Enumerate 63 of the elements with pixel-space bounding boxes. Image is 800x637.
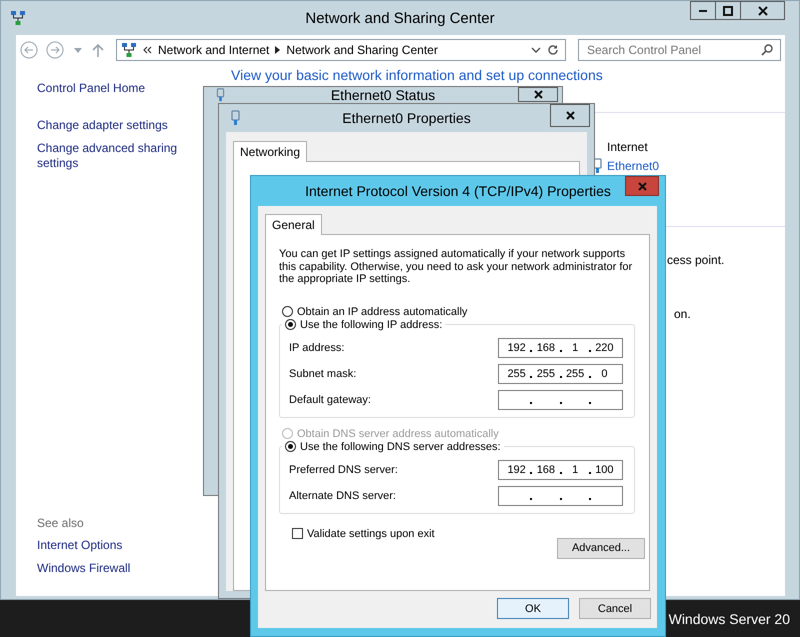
taskbar-text: Windows Server 20: [668, 610, 790, 626]
close-icon: [534, 90, 542, 99]
ip-address-field[interactable]: [498, 486, 623, 506]
chevron-right-icon: [275, 46, 280, 54]
minimize-icon: [699, 10, 707, 12]
address-bar[interactable]: Network and Internet Network and Sharing Center: [116, 39, 566, 61]
see-also-label: See also: [37, 516, 84, 530]
tab[interactable]: Networking: [233, 141, 308, 162]
double-chevron-icon: [143, 46, 152, 54]
window-title: Network and Sharing Center: [305, 10, 495, 27]
close-button[interactable]: [518, 87, 558, 102]
dialog-button[interactable]: OK: [497, 598, 569, 619]
field-label: IP address:: [289, 342, 344, 354]
text-fragment: cess point.: [667, 253, 724, 267]
dropdown-caret-icon: [531, 47, 541, 53]
maximize-button[interactable]: [715, 1, 741, 20]
ip-address-field[interactable]: 192 168 1 100: [498, 460, 623, 480]
dialog-title: Internet Protocol Version 4 (TCP/IPv4) Properties: [305, 183, 611, 199]
tab[interactable]: General: [265, 214, 322, 235]
see-also-link[interactable]: Internet Options: [37, 538, 122, 553]
dialog-button[interactable]: Cancel: [579, 598, 651, 619]
field-label: Default gateway:: [289, 394, 371, 406]
connection-label: Internet: [607, 140, 648, 154]
validate-checkbox[interactable]: Validate settings upon exit: [292, 528, 435, 540]
ethernet-plug-icon: [216, 88, 225, 102]
refresh-icon: [547, 44, 559, 56]
field-label: Alternate DNS server:: [289, 490, 396, 502]
advanced-button[interactable]: Advanced...: [557, 538, 645, 558]
sidebar-link[interactable]: Control Panel Home: [37, 81, 146, 96]
close-icon: [566, 111, 574, 120]
text-fragment: on.: [674, 307, 691, 321]
close-icon: [758, 6, 768, 16]
back-button[interactable]: [20, 41, 38, 59]
close-button[interactable]: [550, 104, 590, 127]
window-title: Ethernet0 Status: [330, 87, 436, 103]
network-icon: [121, 42, 137, 58]
caret-icon: [74, 48, 82, 52]
field-label: Preferred DNS server:: [289, 464, 398, 476]
forward-button[interactable]: [46, 41, 64, 59]
search-field[interactable]: Search Control Panel: [578, 39, 781, 61]
page-heading: View your basic network information and set up connections: [231, 67, 604, 83]
ip-address-field[interactable]: [498, 390, 623, 410]
up-arrow-icon: [92, 43, 104, 57]
breadcrumb-item[interactable]: Network and Sharing Center: [286, 43, 438, 57]
see-also-link[interactable]: Windows Firewall: [37, 561, 130, 576]
intro-text: You can get IP settings assigned automatically if your network supports this capability. Otherwise, you need to ask your network administrator for the appropriate IP settings.: [279, 248, 634, 286]
minimize-button[interactable]: [690, 1, 716, 20]
ethernet-plug-icon: [231, 110, 240, 126]
field-label: Subnet mask:: [289, 368, 356, 380]
close-button[interactable]: [740, 1, 785, 20]
ip-address-field[interactable]: 192 168 1 220: [498, 338, 623, 358]
ethernet-plug-icon: [593, 158, 602, 174]
sidebar-link[interactable]: Change adapter settings: [37, 118, 168, 133]
ip-address-field[interactable]: 255 255 255 0: [498, 364, 623, 384]
maximize-icon: [723, 6, 733, 16]
sidebar-link[interactable]: Change advanced sharing settings: [37, 141, 197, 171]
up-button[interactable]: [92, 43, 104, 57]
search-icon: [761, 44, 773, 56]
close-icon: [638, 182, 646, 190]
breadcrumb-item[interactable]: Network and Internet: [158, 43, 270, 57]
window-title: Ethernet0 Properties: [342, 110, 471, 126]
network-icon: [10, 10, 26, 26]
ethernet-link[interactable]: Ethernet0: [607, 159, 660, 173]
